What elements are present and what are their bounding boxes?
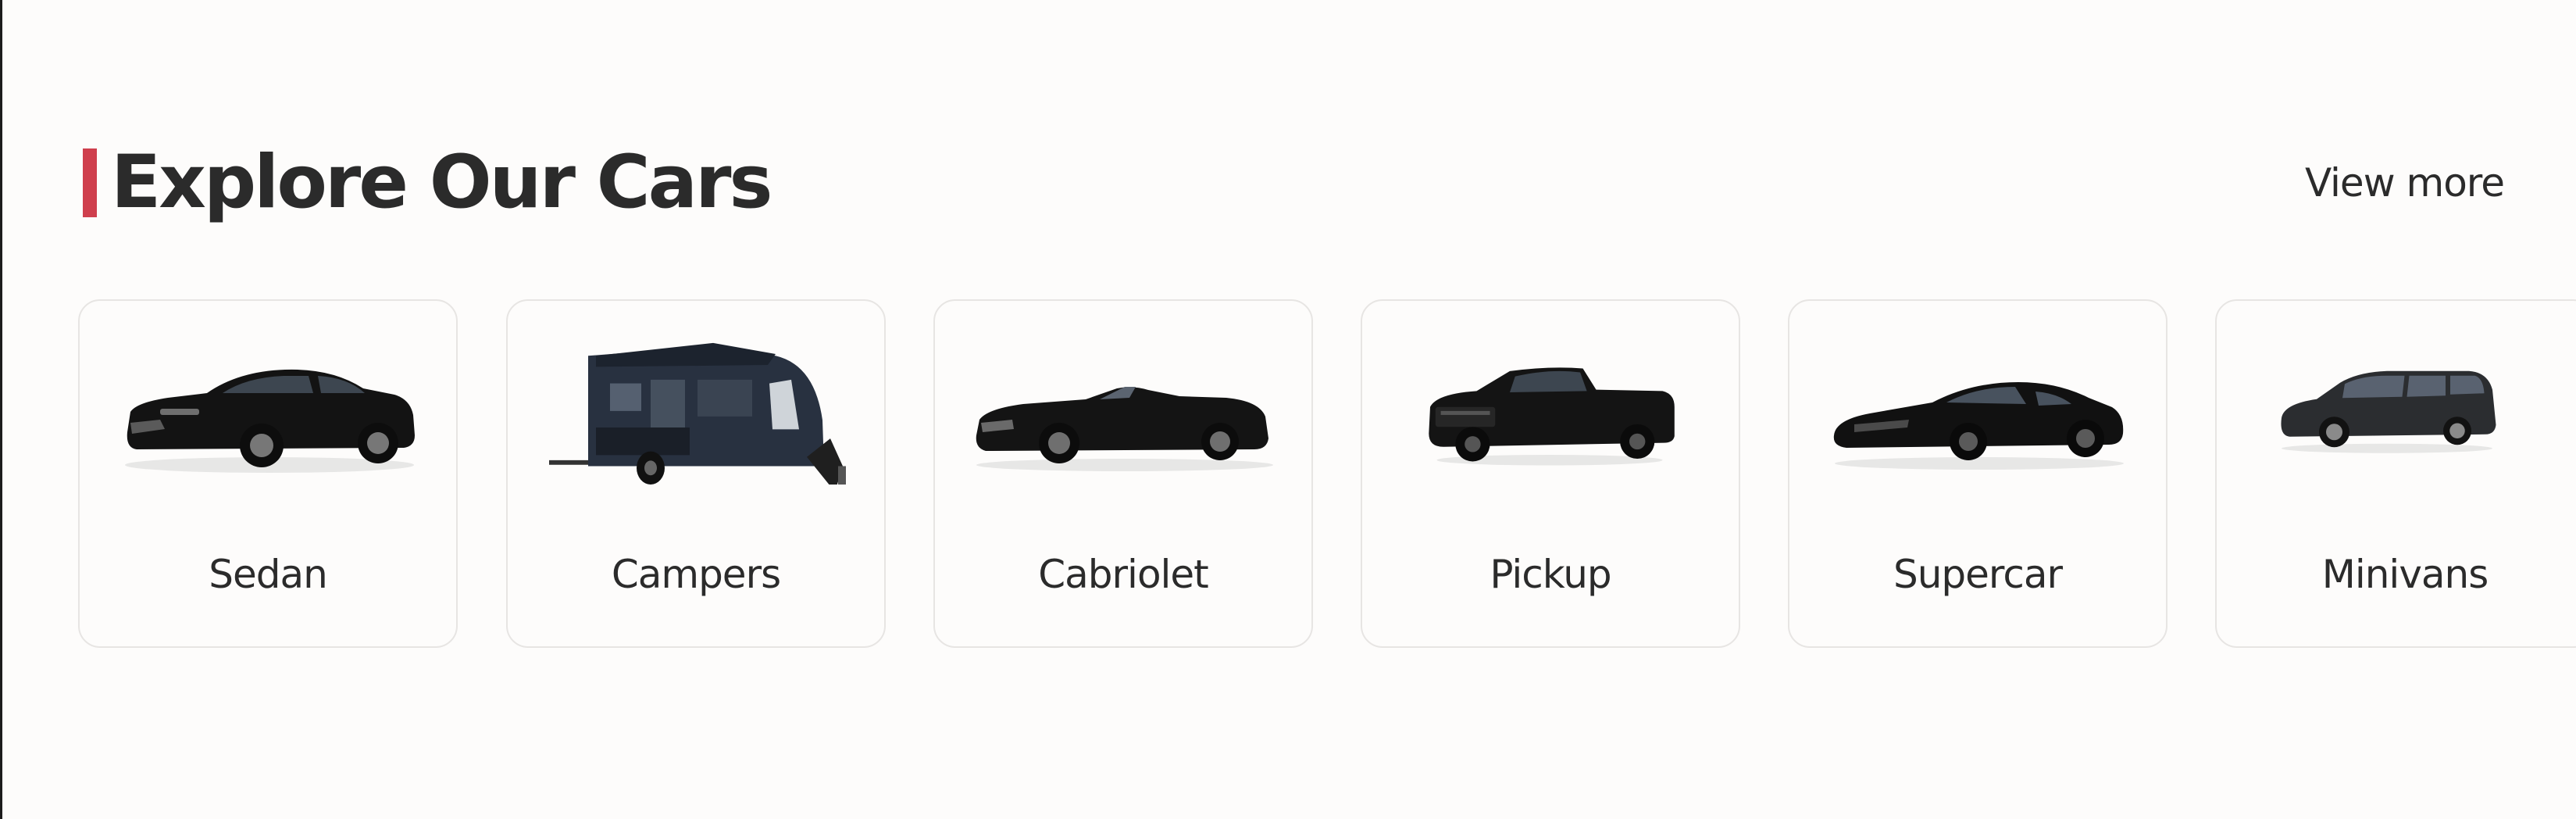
minivan-icon <box>2281 370 2496 453</box>
category-label: Campers <box>611 552 781 597</box>
section-header: Explore Our Cars View more <box>83 142 2505 224</box>
view-more-link[interactable]: View more <box>2305 159 2505 206</box>
category-card-supercar[interactable]: Supercar <box>1788 299 2167 648</box>
category-card-cabriolet[interactable]: Cabriolet <box>933 299 1313 648</box>
category-label: Cabriolet <box>1038 552 1209 597</box>
sedan-car-icon <box>125 369 415 473</box>
section-title: Explore Our Cars <box>111 140 772 225</box>
left-edge-rule <box>0 0 2 819</box>
pickup-truck-icon <box>1429 367 1675 466</box>
category-label: Pickup <box>1490 552 1611 597</box>
cabriolet-car-icon <box>976 387 1273 471</box>
category-card-minivans[interactable]: Minivans <box>2215 299 2576 648</box>
category-card-pickup[interactable]: Pickup <box>1361 299 1740 648</box>
camper-trailer-icon <box>549 342 846 485</box>
title-accent-bar <box>83 148 97 217</box>
category-card-campers[interactable]: Campers <box>506 299 886 648</box>
category-label: Supercar <box>1893 552 2063 597</box>
supercar-icon <box>1833 382 2124 470</box>
category-label: Sedan <box>209 552 328 597</box>
category-label: Minivans <box>2321 552 2489 597</box>
car-category-carousel[interactable]: Sedan Campers Cabriolet Pickup Supercar … <box>78 299 2576 651</box>
category-card-sedan[interactable]: Sedan <box>78 299 458 648</box>
